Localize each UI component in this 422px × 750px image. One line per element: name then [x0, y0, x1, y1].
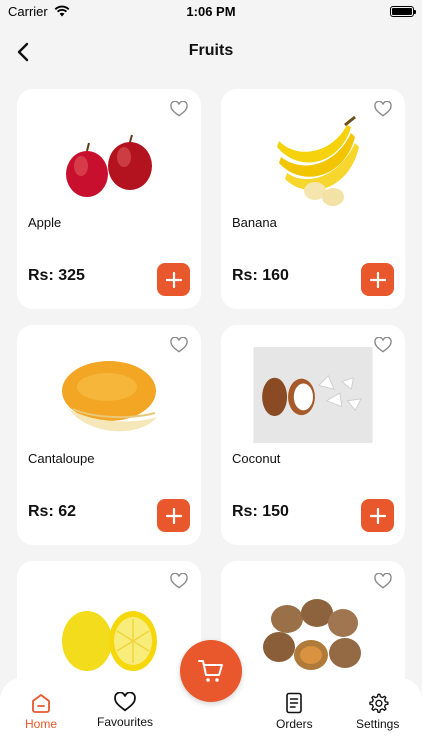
- heart-icon[interactable]: [170, 101, 188, 117]
- add-to-cart-button[interactable]: [157, 499, 190, 532]
- product-name: Apple: [28, 215, 62, 230]
- receipt-icon: [286, 692, 303, 714]
- tab-home[interactable]: Home: [25, 692, 57, 731]
- heart-icon[interactable]: [374, 101, 392, 117]
- product-price: Rs: 150: [232, 503, 289, 520]
- cart-button[interactable]: [180, 640, 242, 702]
- gear-icon: [368, 693, 389, 713]
- banana-image: [277, 115, 359, 206]
- product-name: Banana: [232, 215, 277, 230]
- heart-icon[interactable]: [170, 573, 188, 589]
- tab-favourites[interactable]: Favourites: [97, 692, 153, 729]
- product-card[interactable]: Coconut Rs: 150: [221, 325, 405, 545]
- product-card[interactable]: Apple Rs: 325: [17, 89, 201, 309]
- heart-icon: [114, 692, 136, 712]
- coconut-image: [253, 347, 373, 443]
- tab-label: Favourites: [97, 715, 154, 729]
- carrier-label: Carrier: [8, 3, 48, 19]
- tab-label: Orders: [276, 717, 313, 731]
- add-to-cart-button[interactable]: [157, 263, 190, 296]
- nav-bar: Fruits: [0, 30, 422, 74]
- heart-icon[interactable]: [374, 573, 392, 589]
- product-card[interactable]: Cantaloupe Rs: 62: [17, 325, 201, 545]
- page-title: Fruits: [188, 42, 234, 59]
- sapodilla-image: [263, 599, 361, 670]
- status-bar: Carrier 1:06 PM: [0, 0, 422, 22]
- cantaloupe-image: [62, 361, 157, 432]
- plus-icon: [165, 271, 182, 288]
- lemon-image: [62, 611, 157, 671]
- cart-icon: [198, 660, 223, 682]
- product-price: Rs: 62: [28, 503, 77, 520]
- product-price: Rs: 325: [28, 267, 85, 284]
- add-to-cart-button[interactable]: [361, 499, 394, 532]
- home-icon: [32, 694, 50, 713]
- battery-icon: [390, 5, 416, 17]
- product-name: Cantaloupe: [28, 451, 95, 466]
- product-card[interactable]: Banana Rs: 160: [221, 89, 405, 309]
- wifi-icon: [54, 5, 70, 17]
- plus-icon: [369, 271, 386, 288]
- product-price: Rs: 160: [232, 267, 289, 284]
- heart-icon[interactable]: [170, 337, 188, 353]
- apple-image: [66, 134, 152, 197]
- add-to-cart-button[interactable]: [361, 263, 394, 296]
- back-button[interactable]: [10, 38, 36, 66]
- plus-icon: [369, 507, 386, 524]
- tab-label: Home: [25, 717, 58, 731]
- chevron-left-icon: [17, 42, 29, 62]
- tab-orders[interactable]: Orders: [276, 692, 313, 731]
- heart-icon[interactable]: [374, 337, 392, 353]
- tab-settings[interactable]: Settings: [356, 692, 399, 731]
- status-left: Carrier: [8, 4, 70, 19]
- product-name: Coconut: [232, 451, 281, 466]
- tab-label: Settings: [356, 717, 400, 731]
- plus-icon: [165, 507, 182, 524]
